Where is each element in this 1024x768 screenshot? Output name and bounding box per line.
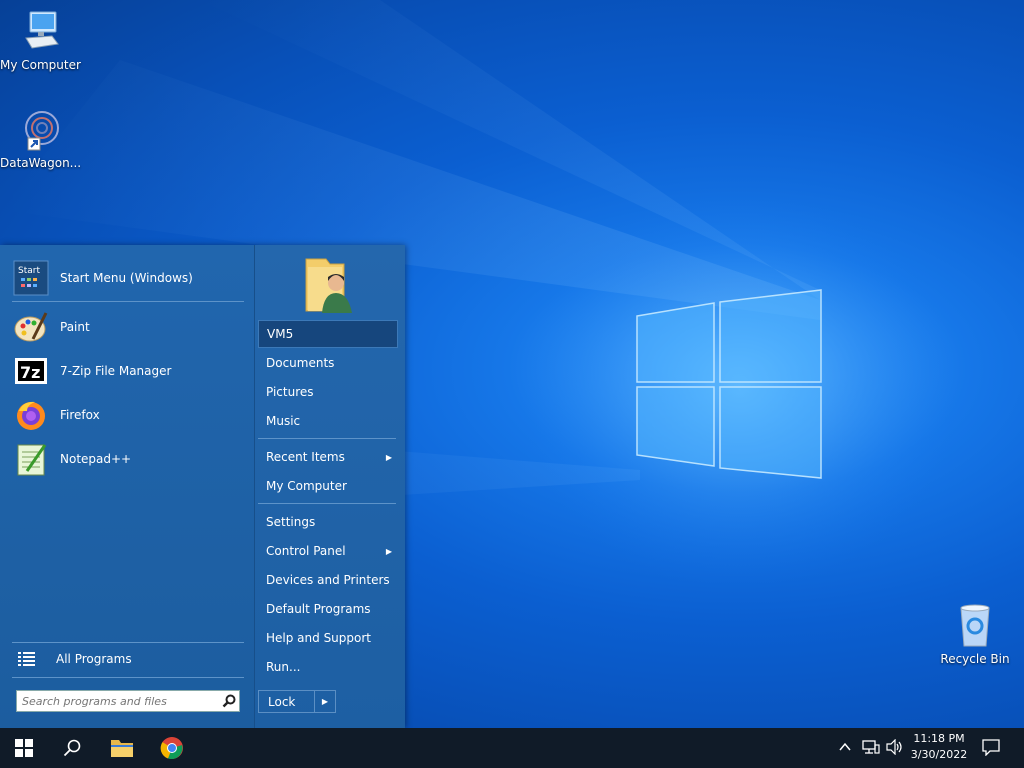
desktop-icon-label: Recycle Bin — [940, 652, 1010, 666]
places-item-label: Control Panel — [266, 544, 346, 558]
all-programs-button[interactable]: All Programs — [18, 651, 132, 667]
places-item-label: Pictures — [266, 385, 314, 399]
computer-icon — [16, 8, 64, 56]
lock-button-group: Lock ▶ — [258, 690, 336, 713]
places-item-run[interactable]: Run... — [258, 653, 398, 681]
program-label: Paint — [60, 320, 90, 334]
firefox-icon — [12, 396, 50, 434]
places-item-default-programs[interactable]: Default Programs — [258, 595, 398, 623]
places-item-settings[interactable]: Settings — [258, 508, 398, 536]
search-icon[interactable] — [222, 694, 236, 708]
divider — [12, 677, 244, 678]
places-item-pictures[interactable]: Pictures — [258, 378, 398, 406]
recycle-bin-icon — [951, 602, 999, 650]
list-icon — [18, 652, 35, 666]
desktop-icon-my-computer[interactable]: My Computer — [0, 8, 81, 72]
start-button[interactable] — [0, 728, 48, 768]
places-item-music[interactable]: Music — [258, 407, 398, 435]
folder-icon — [111, 740, 133, 757]
user-avatar-icon[interactable] — [304, 255, 356, 315]
places-item-label: Recent Items — [266, 450, 345, 464]
start-menu-icon: Start — [12, 259, 50, 297]
program-7zip[interactable]: 7z 7-Zip File Manager — [12, 351, 244, 391]
desktop-icon-recycle-bin[interactable]: Recycle Bin — [935, 602, 1015, 666]
all-programs-label: All Programs — [56, 652, 132, 666]
lock-label: Lock — [268, 694, 296, 709]
places-item-label: Help and Support — [266, 631, 371, 645]
svg-text:Start: Start — [18, 266, 40, 276]
taskbar-file-explorer[interactable] — [98, 728, 146, 768]
places-item-help-and-support[interactable]: Help and Support — [258, 624, 398, 652]
program-firefox[interactable]: Firefox — [12, 395, 244, 435]
chrome-icon — [160, 737, 183, 760]
program-paint[interactable]: Paint — [12, 307, 244, 347]
lock-button[interactable]: Lock — [259, 691, 315, 712]
program-label: Start Menu (Windows) — [60, 271, 193, 285]
divider — [258, 438, 396, 439]
desktop-icon-label: DataWagon... — [0, 156, 82, 170]
divider — [258, 503, 396, 504]
divider — [12, 642, 244, 643]
taskbar-chrome[interactable] — [148, 728, 196, 768]
submenu-arrow-icon: ▶ — [385, 546, 392, 556]
search-icon — [63, 739, 81, 757]
places-item-control-panel[interactable]: Control Panel ▶ — [258, 537, 398, 565]
program-label: Firefox — [60, 408, 100, 422]
places-item-my-computer[interactable]: My Computer — [258, 472, 398, 500]
desktop-icon-label: My Computer — [0, 58, 81, 72]
7zip-icon: 7z — [12, 352, 50, 390]
taskbar-search-button[interactable] — [48, 728, 96, 768]
paint-icon — [12, 308, 50, 346]
places-item-label: Run... — [266, 660, 301, 674]
datawagon-icon — [16, 106, 64, 154]
places-item-label: Default Programs — [266, 602, 371, 616]
places-item-label: Music — [266, 414, 301, 428]
windows-logo-icon — [15, 739, 33, 757]
places-item-label: My Computer — [266, 479, 347, 493]
places-item-documents[interactable]: Documents — [258, 349, 398, 377]
user-name-item[interactable]: VM5 — [258, 320, 398, 348]
program-start-menu[interactable]: Start Start Menu (Windows) — [12, 258, 244, 298]
clock[interactable]: 11:18 PM 3/30/2022 — [908, 732, 970, 761]
svg-text:7z: 7z — [20, 363, 40, 382]
taskbar: 11:18 PM 3/30/2022 — [0, 728, 1024, 768]
action-center-icon[interactable] — [982, 738, 1000, 760]
program-label: 7-Zip File Manager — [60, 364, 172, 378]
clock-time: 11:18 PM — [913, 732, 965, 745]
volume-icon[interactable] — [886, 738, 904, 759]
desktop-icon-datawagon[interactable]: DataWagon... — [0, 106, 82, 170]
user-name: VM5 — [267, 327, 294, 341]
search-input[interactable] — [17, 693, 216, 709]
places-item-label: Devices and Printers — [266, 573, 390, 587]
notepadpp-icon — [12, 440, 50, 478]
submenu-arrow-icon: ▶ — [385, 452, 392, 462]
network-icon[interactable] — [862, 739, 880, 759]
windows-logo-wallpaper — [636, 289, 822, 479]
start-menu-programs-pane: Start Start Menu (Windows) Paint 7z 7-Zi… — [0, 245, 254, 728]
divider — [12, 301, 244, 302]
show-hidden-icons-chevron-icon[interactable] — [838, 739, 852, 758]
shutdown-options-arrow-icon[interactable]: ▶ — [315, 691, 335, 712]
search-box[interactable] — [16, 690, 240, 712]
places-item-label: Documents — [266, 356, 335, 370]
places-item-label: Settings — [266, 515, 316, 529]
program-notepadpp[interactable]: Notepad++ — [12, 439, 244, 479]
program-label: Notepad++ — [60, 452, 132, 466]
places-item-recent-items[interactable]: Recent Items ▶ — [258, 443, 398, 471]
places-item-devices-and-printers[interactable]: Devices and Printers — [258, 566, 398, 594]
start-menu: Start Start Menu (Windows) Paint 7z 7-Zi… — [0, 245, 405, 728]
clock-date: 3/30/2022 — [910, 748, 968, 761]
